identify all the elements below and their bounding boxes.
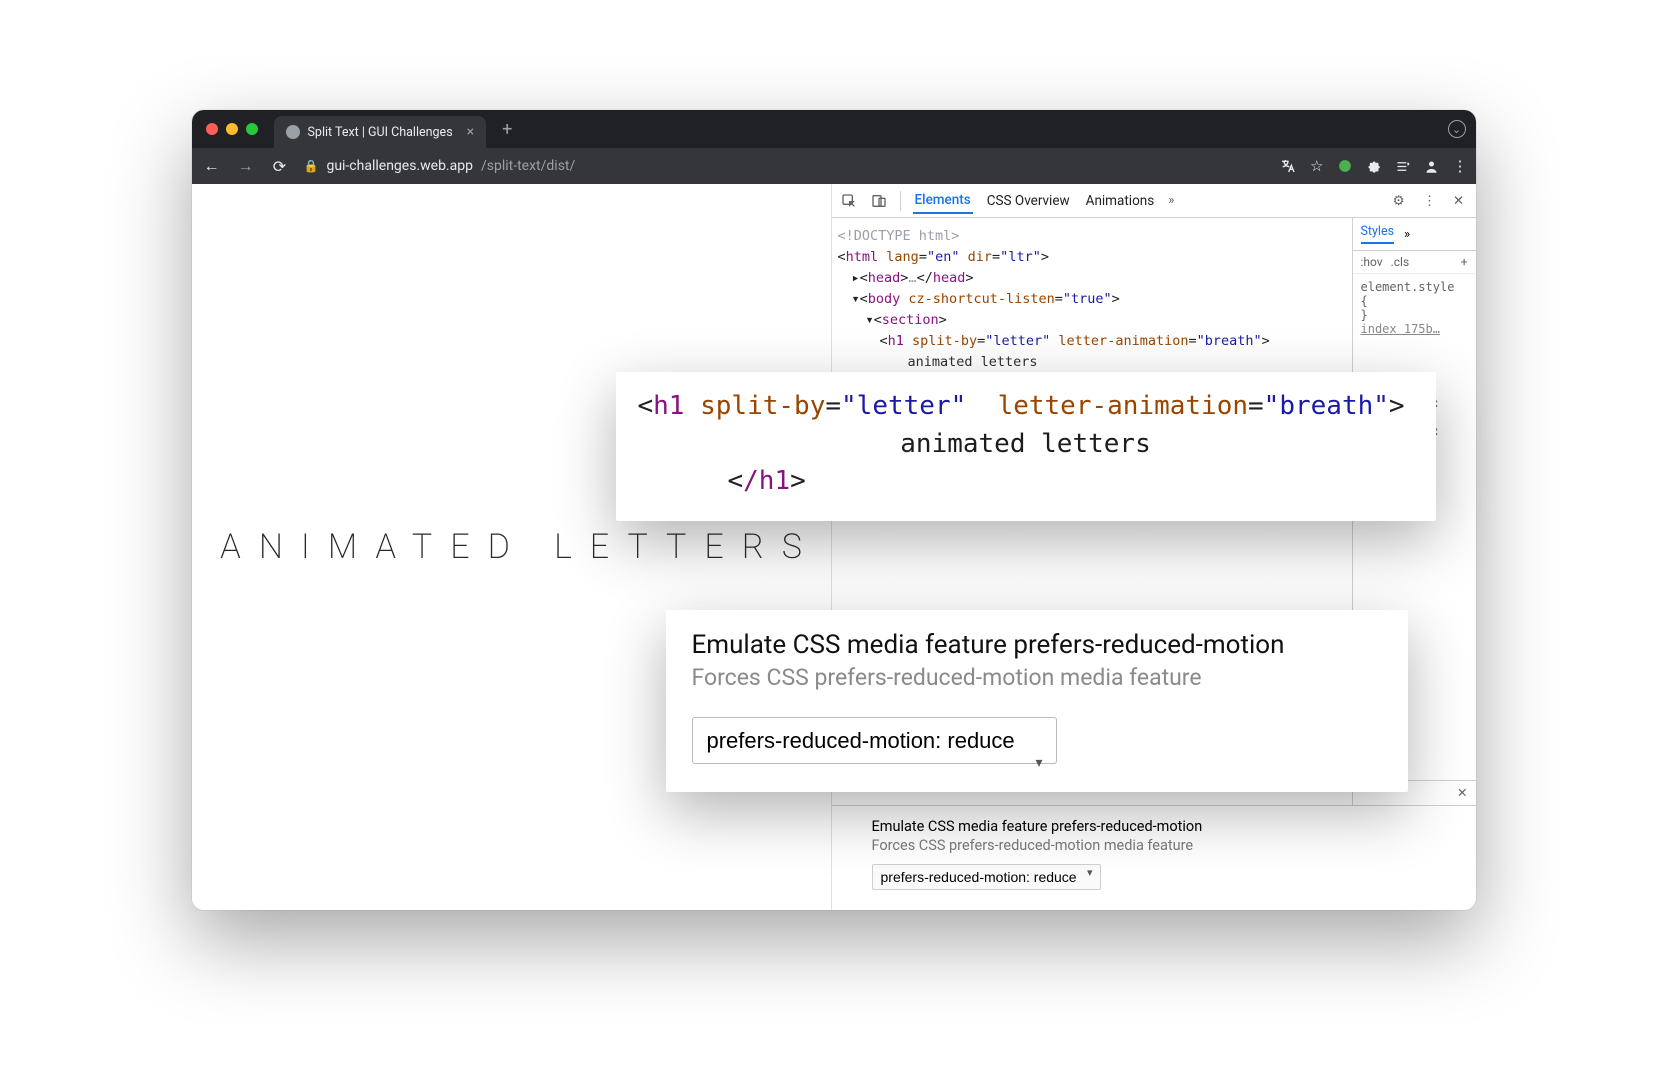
extension-pin-icon[interactable] (1338, 159, 1352, 173)
styles-more-icon[interactable]: » (1404, 227, 1410, 242)
hero-heading: Animated Letters (202, 527, 820, 567)
minimize-window-icon[interactable] (226, 123, 238, 135)
prefers-reduced-motion-select[interactable]: prefers-reduced-motion: reduce (872, 864, 1101, 890)
dom-section-open[interactable]: ▾<section> (838, 310, 1346, 331)
extensions-icon[interactable] (1366, 159, 1381, 174)
tab-css-overview[interactable]: CSS Overview (985, 189, 1072, 213)
source-link[interactable]: index 175b… (1361, 322, 1468, 336)
close-window-icon[interactable] (206, 123, 218, 135)
bookmark-icon[interactable]: ☆ (1310, 157, 1323, 175)
snippet-open: <h1 split-by="letter" letter-animation="… (638, 388, 1414, 426)
new-rule-button[interactable]: + (1461, 255, 1468, 269)
tab-title: Split Text | GUI Challenges (308, 125, 453, 140)
devtools-toolbar: Elements CSS Overview Animations » ⚙ ⋮ ✕ (832, 184, 1476, 218)
back-button[interactable]: ← (202, 156, 222, 176)
browser-tab[interactable]: Split Text | GUI Challenges × (274, 116, 487, 148)
expand-tabs-icon[interactable]: ⌄ (1448, 120, 1466, 138)
maximize-window-icon[interactable] (246, 123, 258, 135)
window-controls (202, 123, 264, 135)
reading-list-icon[interactable] (1395, 159, 1410, 174)
callout-rendering-title: Emulate CSS media feature prefers-reduce… (692, 630, 1382, 660)
dom-h1-text[interactable]: animated letters (838, 352, 1346, 373)
close-tab-icon[interactable]: × (467, 125, 474, 139)
device-toolbar-icon[interactable] (870, 192, 888, 210)
new-tab-button[interactable]: + (496, 119, 518, 140)
snippet-text: animated letters (638, 426, 1414, 464)
dom-h1[interactable]: <h1 split-by="letter" letter-animation="… (838, 331, 1346, 352)
profile-icon[interactable] (1424, 159, 1439, 174)
toolbar-icons: ☆ ⋮ (1280, 157, 1465, 175)
dom-head[interactable]: ▸<head>…</head> (838, 268, 1346, 289)
favicon-icon (286, 125, 300, 139)
rendering-desc: Forces CSS prefers-reduced-motion media … (872, 837, 1436, 854)
callout-rendering-desc: Forces CSS prefers-reduced-motion media … (692, 664, 1382, 691)
tab-animations[interactable]: Animations (1084, 189, 1157, 213)
tab-elements[interactable]: Elements (913, 188, 973, 214)
dom-html-open[interactable]: <html lang="en" dir="ltr"> (838, 247, 1346, 268)
page-viewport: Animated Letters (192, 184, 832, 910)
translate-icon[interactable] (1280, 158, 1296, 174)
cls-toggle[interactable]: .cls (1391, 255, 1410, 269)
styles-tab[interactable]: Styles (1361, 224, 1395, 244)
close-devtools-icon[interactable]: ✕ (1450, 192, 1468, 210)
more-tabs-icon[interactable]: » (1168, 193, 1174, 208)
rendering-drawer: Emulate CSS media feature prefers-reduce… (832, 805, 1476, 910)
hov-toggle[interactable]: :hov (1361, 255, 1383, 269)
settings-icon[interactable]: ⚙ (1390, 192, 1408, 210)
url-field[interactable]: 🔒 gui-challenges.web.app/split-text/dist… (304, 158, 1267, 174)
devtools-panel: Elements CSS Overview Animations » ⚙ ⋮ ✕… (832, 184, 1476, 910)
reload-button[interactable]: ⟳ (270, 157, 290, 176)
rule-selector: element.style { (1361, 280, 1468, 308)
rendering-title: Emulate CSS media feature prefers-reduce… (872, 818, 1436, 835)
rule-close: } (1361, 308, 1468, 322)
url-host: gui-challenges.web.app (326, 158, 473, 174)
lock-icon: 🔒 (304, 159, 319, 173)
inspect-icon[interactable] (840, 192, 858, 210)
url-path: /split-text/dist/ (481, 158, 575, 174)
callout-reduced-motion-select[interactable]: prefers-reduced-motion: reduce (692, 717, 1057, 764)
forward-button[interactable]: → (236, 156, 256, 176)
snippet-close: </h1> (638, 463, 1414, 501)
devtools-menu-icon[interactable]: ⋮ (1420, 192, 1438, 210)
dom-body-open[interactable]: ▾<body cz-shortcut-listen="true"> (838, 289, 1346, 310)
callout-code-snippet: <h1 split-by="letter" letter-animation="… (616, 372, 1436, 521)
dom-doctype: <!DOCTYPE html> (838, 226, 1346, 247)
tab-strip: Split Text | GUI Challenges × + ⌄ (192, 110, 1476, 148)
browser-menu-icon[interactable]: ⋮ (1453, 157, 1466, 175)
address-bar: ← → ⟳ 🔒 gui-challenges.web.app/split-tex… (192, 148, 1476, 184)
callout-rendering: Emulate CSS media feature prefers-reduce… (666, 610, 1408, 792)
